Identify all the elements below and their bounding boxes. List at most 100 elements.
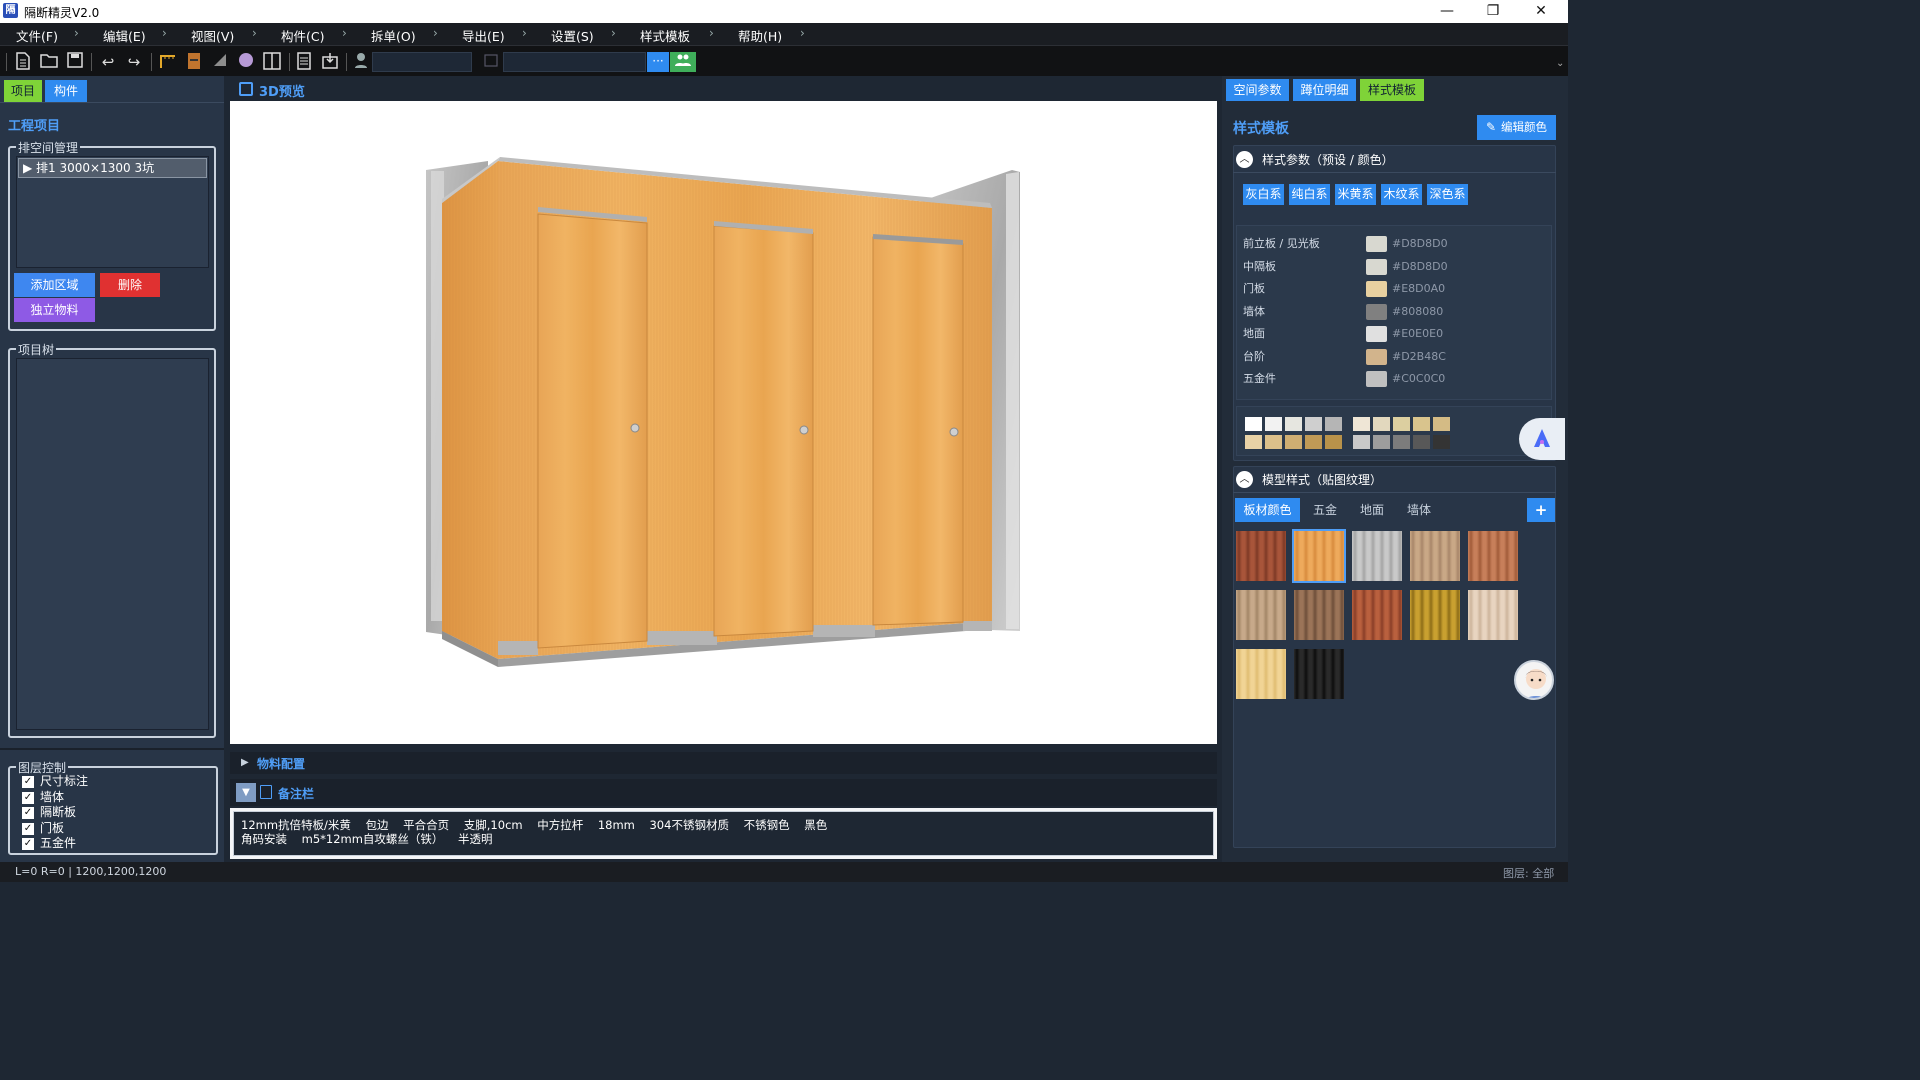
standalone-material-button[interactable]: 独立物料 — [14, 298, 95, 322]
close-button[interactable]: ✕ — [1518, 0, 1564, 23]
texture-cherry[interactable] — [1468, 531, 1518, 581]
color-swatch-wall[interactable] — [1366, 304, 1387, 320]
texture-orange-wood[interactable] — [1292, 529, 1346, 583]
mixed-swatch[interactable] — [1413, 435, 1430, 449]
assistant-tab[interactable] — [1519, 418, 1565, 460]
layer-dimension-checkbox[interactable]: ✓ 尺寸标注 — [22, 774, 88, 789]
texture-tab-wall[interactable]: 墙体 — [1398, 498, 1440, 522]
menu-settings[interactable]: 设置(S) — [551, 26, 594, 45]
preset-pure-white[interactable]: 纯白系 — [1289, 184, 1330, 205]
chevron-up-icon[interactable]: ︿ — [1236, 471, 1253, 488]
sphere-icon[interactable] — [236, 52, 256, 72]
light-swatch[interactable] — [1265, 435, 1282, 449]
texture-tab-board[interactable]: 板材颜色 — [1235, 498, 1300, 522]
report-icon[interactable] — [294, 52, 314, 72]
user-input[interactable] — [372, 52, 472, 72]
light-swatch[interactable] — [1245, 435, 1262, 449]
ruler-icon[interactable] — [158, 52, 178, 72]
layout-icon[interactable] — [262, 52, 282, 72]
undo-icon[interactable]: ↩ — [98, 52, 118, 72]
preset-woodgrain[interactable]: 木纹系 — [1381, 184, 1422, 205]
assistant-avatar[interactable] — [1514, 660, 1554, 700]
texture-grey-stone[interactable] — [1352, 531, 1402, 581]
light-swatch[interactable] — [1265, 417, 1282, 431]
delete-button[interactable]: 删除 — [100, 273, 160, 297]
3d-viewport[interactable] — [230, 101, 1217, 744]
color-swatch-step[interactable] — [1366, 349, 1387, 365]
layer-partition-checkbox[interactable]: ✓ 隔断板 — [22, 805, 76, 820]
menu-style-template[interactable]: 样式模板 — [640, 26, 690, 45]
tab-component[interactable]: 构件 — [45, 80, 87, 102]
color-swatch-door[interactable] — [1366, 281, 1387, 297]
texture-beige-oak[interactable] — [1236, 590, 1286, 640]
mixed-swatch[interactable] — [1373, 435, 1390, 449]
texture-golden-oak[interactable] — [1410, 590, 1460, 640]
texture-tab-hardware[interactable]: 五金 — [1304, 498, 1346, 522]
menu-file[interactable]: 文件(F) — [16, 26, 58, 45]
mixed-swatch[interactable] — [1353, 417, 1370, 431]
collapse-button[interactable]: ▼ — [236, 783, 256, 802]
light-swatch[interactable] — [1325, 435, 1342, 449]
mixed-swatch[interactable] — [1433, 435, 1450, 449]
arrange-list-item[interactable]: ▶ 排1 3000×1300 3坑 — [18, 158, 207, 178]
mixed-swatch[interactable] — [1433, 417, 1450, 431]
color-swatch-floor[interactable] — [1366, 326, 1387, 342]
texture-maple[interactable] — [1236, 649, 1286, 699]
mixed-swatch[interactable] — [1353, 435, 1370, 449]
door-panel-icon[interactable] — [184, 52, 204, 72]
texture-light-oak[interactable] — [1410, 531, 1460, 581]
restore-button[interactable]: ❐ — [1470, 0, 1516, 23]
menu-export[interactable]: 导出(E) — [462, 26, 505, 45]
texture-rosewood[interactable] — [1352, 590, 1402, 640]
project-tree[interactable] — [16, 358, 209, 730]
menu-edit[interactable]: 编辑(E) — [103, 26, 146, 45]
light-swatch[interactable] — [1285, 417, 1302, 431]
layer-hardware-checkbox[interactable]: ✓ 五金件 — [22, 836, 76, 851]
texture-walnut[interactable] — [1294, 590, 1344, 640]
minimize-button[interactable]: — — [1424, 0, 1470, 23]
light-swatch[interactable] — [1305, 417, 1322, 431]
materials-bar[interactable]: ▶ 物料配置 — [230, 752, 1217, 774]
menu-split[interactable]: 拆单(O) — [371, 26, 416, 45]
texture-red-wood[interactable] — [1236, 531, 1286, 581]
export-icon[interactable] — [320, 52, 340, 72]
angle-tool-icon[interactable] — [210, 52, 230, 72]
preset-gray-white[interactable]: 灰白系 — [1243, 184, 1284, 205]
light-swatch[interactable] — [1325, 417, 1342, 431]
project-input[interactable] — [503, 52, 646, 72]
new-file-icon[interactable] — [13, 52, 33, 72]
texture-ivory-wood[interactable] — [1468, 590, 1518, 640]
color-swatch-front[interactable] — [1366, 236, 1387, 252]
texture-tab-floor[interactable]: 地面 — [1351, 498, 1393, 522]
layer-door-checkbox[interactable]: ✓ 门板 — [22, 821, 64, 836]
preset-beige[interactable]: 米黄系 — [1335, 184, 1376, 205]
toolbar-overflow-icon[interactable]: ⌄ — [1556, 58, 1564, 69]
color-swatch-middle[interactable] — [1366, 259, 1387, 275]
edit-color-button[interactable]: ✎ 编辑颜色 — [1477, 115, 1556, 140]
add-texture-button[interactable]: + — [1527, 498, 1555, 522]
mixed-swatch[interactable] — [1393, 417, 1410, 431]
mixed-swatch[interactable] — [1413, 417, 1430, 431]
add-area-button[interactable]: 添加区域 — [14, 273, 95, 297]
preset-dark[interactable]: 深色系 — [1427, 184, 1468, 205]
user-icon[interactable] — [351, 52, 371, 72]
redo-icon[interactable]: ↪ — [124, 52, 144, 72]
users-icon[interactable] — [670, 52, 696, 72]
tab-project[interactable]: 项目 — [4, 80, 42, 102]
menu-component[interactable]: 构件(C) — [281, 26, 324, 45]
menu-help[interactable]: 帮助(H) — [738, 26, 782, 45]
light-swatch[interactable] — [1305, 435, 1322, 449]
tab-style-template[interactable]: 样式模板 — [1360, 79, 1424, 101]
tab-space-params[interactable]: 空间参数 — [1226, 79, 1289, 101]
light-swatch[interactable] — [1245, 417, 1262, 431]
calendar-icon[interactable] — [481, 52, 501, 72]
save-icon[interactable] — [65, 52, 85, 72]
light-swatch[interactable] — [1285, 435, 1302, 449]
chevron-up-icon[interactable]: ︿ — [1236, 151, 1253, 168]
layer-wall-checkbox[interactable]: ✓ 墙体 — [22, 790, 64, 805]
open-folder-icon[interactable] — [39, 52, 59, 72]
menu-view[interactable]: 视图(V) — [191, 26, 234, 45]
color-swatch-hardware[interactable] — [1366, 371, 1387, 387]
browse-button[interactable]: ··· — [647, 52, 669, 72]
tab-stall-detail[interactable]: 蹲位明细 — [1293, 79, 1356, 101]
